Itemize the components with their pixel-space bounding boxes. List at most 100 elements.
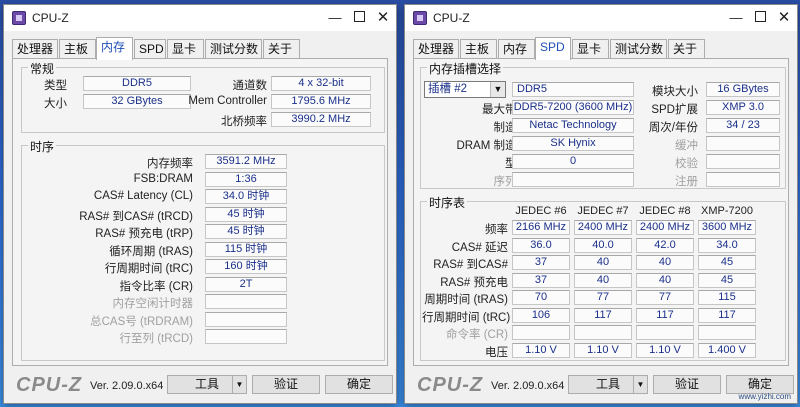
slot-select[interactable]: 插槽 #2 ▼ (424, 81, 506, 98)
chevron-down-icon[interactable]: ▼ (490, 82, 505, 97)
timing-row-label: 命令率 (CR) (446, 329, 508, 341)
title-bar[interactable]: CPU-Z — ✕ (405, 5, 797, 31)
module-type-value: DDR5 (512, 82, 634, 97)
timing-cell: 1.400 V (698, 342, 756, 358)
tools-label: 工具 (194, 377, 219, 391)
tab-about[interactable]: 关于 (263, 39, 300, 59)
chevron-down-icon[interactable]: ▼ (232, 376, 246, 393)
timing-value (205, 294, 287, 309)
close-icon[interactable]: ✕ (775, 9, 793, 27)
timing-column-header: JEDEC #6 (515, 205, 567, 217)
window-title: CPU-Z (32, 11, 69, 25)
timing-value: 45 时钟 (205, 224, 287, 239)
cpuz-app-icon (12, 11, 26, 25)
timing-cell: 1.10 V (512, 342, 570, 358)
memctrl-label: Mem Controller (188, 95, 267, 107)
tab-mainboard[interactable]: 主板 (59, 39, 96, 59)
cpuz-app-icon (413, 11, 427, 25)
timing-label: 行周期时间 (tRC) (104, 263, 193, 275)
timing-cell: 106 (512, 307, 570, 323)
timing-row-label: 周期时间 (tRAS) (424, 294, 508, 306)
size-label: 大小 (44, 98, 67, 110)
tab-cpu[interactable]: 处理器 (12, 39, 58, 59)
timing-cell: 40.0 (574, 237, 632, 253)
timing-cell: 1.10 V (574, 342, 632, 358)
timing-value: 2T (205, 276, 287, 292)
ok-button[interactable]: 确定 (325, 375, 393, 394)
slot-select-value: 插槽 #2 (428, 83, 467, 95)
tab-memory[interactable]: 内存 (96, 37, 133, 60)
registered-value (706, 172, 780, 187)
timing-cell: 115 (698, 290, 756, 305)
part-number-value: 0 (512, 154, 634, 169)
watermark: www.yizhi.com (738, 392, 791, 401)
tab-cpu[interactable]: 处理器 (413, 39, 459, 59)
cpuz-logo: CPU-Z (417, 374, 484, 396)
timing-cell: 70 (512, 290, 570, 305)
tab-mainboard[interactable]: 主板 (460, 39, 497, 59)
tab-memory[interactable]: 内存 (498, 39, 535, 59)
channels-label: 通道数 (232, 80, 268, 92)
tab-spd[interactable]: SPD (134, 39, 166, 59)
timing-cell: 40 (574, 255, 632, 270)
minimize-icon[interactable]: — (727, 9, 745, 27)
cpuz-window-memory: CPU-Z — ✕ 处理器 主板 内存 SPD 显卡 测试分数 关于 常规 类型… (3, 4, 397, 404)
timing-label: CAS# Latency (CL) (93, 190, 193, 202)
timing-row-label: CAS# 延迟 (451, 241, 508, 254)
timing-cell: 3600 MHz (698, 220, 756, 235)
tab-bench[interactable]: 测试分数 (205, 39, 262, 59)
timing-label: 行至列 (tRCD) (119, 333, 193, 345)
tab-graphics[interactable]: 显卡 (572, 39, 609, 59)
timing-cell: 37 (512, 255, 570, 270)
tab-spd[interactable]: SPD (535, 37, 571, 60)
version-text: Ver. 2.09.0.x64 (491, 380, 565, 392)
tools-label: 工具 (595, 377, 620, 391)
manufacturer-value: Netac Technology (512, 118, 634, 133)
maximize-icon[interactable] (350, 9, 368, 27)
close-icon[interactable]: ✕ (374, 9, 392, 27)
week-year-value: 34 / 23 (706, 118, 780, 133)
timing-label: RAS# 到CAS# (tRCD) (79, 210, 193, 223)
timing-value (205, 311, 287, 327)
timing-cell: 37 (512, 272, 570, 288)
maximize-icon[interactable] (751, 9, 769, 27)
version-text: Ver. 2.09.0.x64 (90, 380, 164, 392)
title-bar[interactable]: CPU-Z — ✕ (4, 5, 396, 31)
serial-value (512, 172, 634, 187)
chevron-down-icon[interactable]: ▼ (633, 376, 647, 393)
timing-value (205, 329, 287, 344)
registered-label: 注册 (675, 176, 698, 188)
tab-bench[interactable]: 测试分数 (610, 39, 667, 59)
dram-maker-value: SK Hynix (512, 136, 634, 151)
cpuz-window-spd: CPU-Z — ✕ 处理器 主板 内存 SPD 显卡 测试分数 关于 内存插槽选… (404, 4, 798, 404)
timing-cell: 2400 MHz (574, 220, 632, 235)
timing-cell: 77 (574, 290, 632, 305)
validate-button[interactable]: 验证 (653, 375, 721, 394)
timing-cell: 40 (636, 272, 694, 288)
tools-button[interactable]: 工具 ▼ (167, 375, 247, 394)
max-bandwidth-value: DDR5-7200 (3600 MHz) (512, 100, 634, 115)
group-title-timing-table: 时序表 (427, 194, 468, 211)
timing-row-label: RAS# 到CAS# (433, 259, 508, 271)
type-label: 类型 (44, 80, 67, 92)
validate-button[interactable]: 验证 (252, 375, 320, 394)
timing-value: 1:36 (205, 171, 287, 187)
timing-label: 指令比率 (CR) (119, 280, 193, 293)
timing-cell (636, 325, 694, 340)
timing-cell: 45 (698, 255, 756, 270)
timing-cell: 2400 MHz (636, 220, 694, 235)
memctrl-value: 1795.6 MHz (271, 94, 371, 109)
timing-cell: 117 (574, 307, 632, 323)
nb-freq-value: 3990.2 MHz (271, 112, 371, 127)
tools-button[interactable]: 工具 ▼ (568, 375, 648, 394)
timing-row-label: 行周期时间 (tRC) (422, 311, 511, 324)
group-title-general: 常规 (28, 60, 57, 77)
timing-cell (574, 325, 632, 340)
tab-content-spd: 内存插槽选择 插槽 #2 ▼ DDR5 最大带宽 DDR5-7200 (3600… (413, 58, 789, 366)
minimize-icon[interactable]: — (326, 9, 344, 27)
tab-graphics[interactable]: 显卡 (167, 39, 204, 59)
buffered-value (706, 136, 780, 151)
correction-label: 校验 (675, 158, 698, 170)
tab-about[interactable]: 关于 (668, 39, 705, 59)
timing-cell (512, 325, 570, 340)
